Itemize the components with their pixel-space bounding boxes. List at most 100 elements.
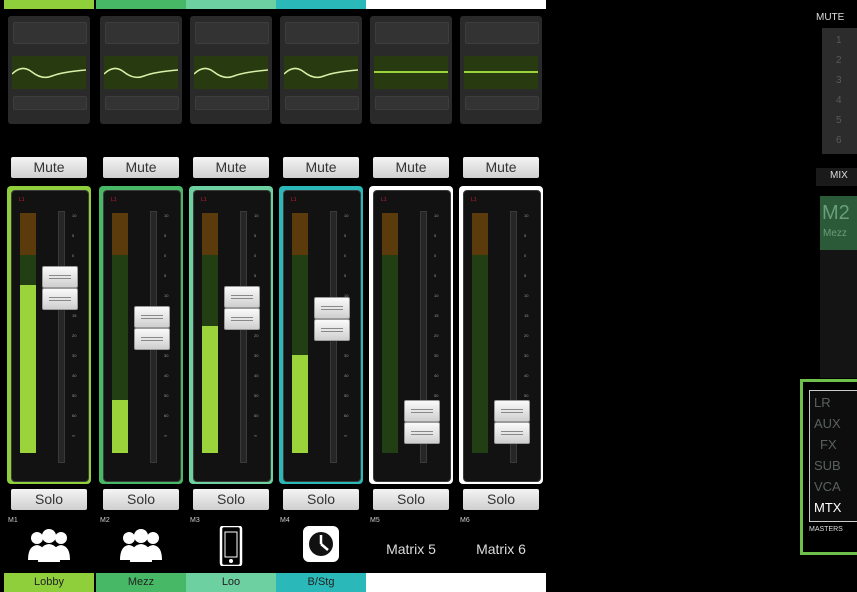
mute-group-3[interactable]: 3 <box>836 75 842 86</box>
processing-panel[interactable] <box>370 16 452 124</box>
channel-name[interactable]: B/Stg <box>276 573 366 592</box>
masters-item-lr[interactable]: LR <box>814 395 831 410</box>
fader-section: L11050510152030405060∞ <box>99 186 183 484</box>
channel-number: M6 <box>460 517 470 524</box>
channel-color-bar <box>366 0 456 9</box>
solo-button[interactable]: Solo <box>463 489 539 510</box>
scale-mark: 30 <box>434 353 439 358</box>
scale-mark: 10 <box>344 213 349 218</box>
people-group-icon <box>116 526 166 566</box>
scale-mark: 15 <box>524 313 529 318</box>
channel-color-bar <box>456 0 546 9</box>
clip-indicator: L1 <box>111 197 117 203</box>
fader-handle[interactable] <box>134 328 170 350</box>
eq-curve[interactable] <box>193 56 269 89</box>
mute-group-1[interactable]: 1 <box>836 35 842 46</box>
solo-button[interactable]: Solo <box>283 489 359 510</box>
scale-mark: 10 <box>434 293 439 298</box>
channel-strip: MuteL11050510152030405060∞SoloM6Matrix 6 <box>456 0 546 592</box>
clip-indicator: L1 <box>201 197 207 203</box>
mute-group-6[interactable]: 6 <box>836 135 842 146</box>
scale-mark: 5 <box>72 233 75 238</box>
fader-handle[interactable] <box>404 400 440 422</box>
fader-handle[interactable] <box>42 288 78 310</box>
scale-mark: 20 <box>72 333 77 338</box>
mute-button[interactable]: Mute <box>283 157 359 178</box>
solo-button[interactable]: Solo <box>11 489 87 510</box>
level-meter <box>202 213 218 453</box>
eq-curve[interactable] <box>464 56 538 89</box>
scale-mark: 0 <box>164 253 167 258</box>
channel-name[interactable]: Lobby <box>4 573 94 592</box>
scale-mark: 15 <box>434 313 439 318</box>
fader-handle[interactable] <box>314 319 350 341</box>
fader-section: L11050510152030405060∞ <box>279 186 363 484</box>
masters-item-sub[interactable]: SUB <box>814 458 841 473</box>
fader-handle[interactable] <box>494 422 530 444</box>
fader-scale: 1050510152030405060∞ <box>254 213 266 458</box>
eq-curve[interactable] <box>103 56 179 89</box>
processing-panel[interactable] <box>190 16 272 124</box>
scale-mark: 10 <box>72 213 77 218</box>
scale-mark: 0 <box>72 253 75 258</box>
channel-name[interactable]: Loo <box>186 573 276 592</box>
channel-color-bar <box>186 0 276 9</box>
scale-mark: 40 <box>524 373 529 378</box>
mix-name: Mezz <box>823 228 847 239</box>
scale-mark: 5 <box>524 273 527 278</box>
scale-mark: 10 <box>164 293 169 298</box>
solo-button[interactable]: Solo <box>103 489 179 510</box>
fader-section: L11050510152030405060∞ <box>189 186 273 484</box>
scale-mark: 5 <box>254 233 257 238</box>
scale-mark: 0 <box>434 253 437 258</box>
right-panel: MUTE 1 2 3 4 5 6 MIX M2 Mezz LR AUX FX S… <box>800 0 857 592</box>
channel-name[interactable] <box>456 573 546 592</box>
scale-mark: 40 <box>254 373 259 378</box>
channel-strip: MuteL11050510152030405060∞SoloM2Mezz <box>96 0 186 592</box>
fader-track[interactable] <box>240 211 247 463</box>
solo-button[interactable]: Solo <box>373 489 449 510</box>
mute-button[interactable]: Mute <box>193 157 269 178</box>
fader-section: L11050510152030405060∞ <box>7 186 91 484</box>
scale-mark: 50 <box>434 393 439 398</box>
channel-number: M5 <box>370 517 380 524</box>
channel-strip: MuteL11050510152030405060∞SoloM1Lobby <box>4 0 94 592</box>
eq-curve[interactable] <box>11 56 87 89</box>
mix-selector[interactable]: M2 Mezz <box>820 196 857 250</box>
mute-group-2[interactable]: 2 <box>836 55 842 66</box>
eq-curve[interactable] <box>374 56 448 89</box>
scale-mark: 40 <box>434 373 439 378</box>
processing-panel[interactable] <box>100 16 182 124</box>
eq-curve[interactable] <box>283 56 359 89</box>
scale-mark: 5 <box>524 233 527 238</box>
scale-mark: 30 <box>344 353 349 358</box>
processing-panel[interactable] <box>460 16 542 124</box>
scale-mark: 5 <box>344 273 347 278</box>
masters-item-vca[interactable]: VCA <box>814 479 841 494</box>
fader-handle[interactable] <box>314 297 350 319</box>
channel-name[interactable] <box>366 573 456 592</box>
masters-item-mtx[interactable]: MTX <box>814 500 841 515</box>
mute-groups-panel[interactable]: 1 2 3 4 5 6 <box>822 28 857 154</box>
mute-group-5[interactable]: 5 <box>836 115 842 126</box>
masters-item-aux[interactable]: AUX <box>814 416 841 431</box>
mute-group-4[interactable]: 4 <box>836 95 842 106</box>
scale-mark: 0 <box>254 253 257 258</box>
processing-panel[interactable] <box>8 16 90 124</box>
fader-handle[interactable] <box>134 306 170 328</box>
fader-handle[interactable] <box>494 400 530 422</box>
fader-handle[interactable] <box>224 308 260 330</box>
mute-button[interactable]: Mute <box>103 157 179 178</box>
masters-item-fx[interactable]: FX <box>820 437 837 452</box>
fader-handle[interactable] <box>42 266 78 288</box>
mute-button[interactable]: Mute <box>463 157 539 178</box>
processing-panel[interactable] <box>280 16 362 124</box>
mute-button[interactable]: Mute <box>373 157 449 178</box>
mute-button[interactable]: Mute <box>11 157 87 178</box>
channel-name[interactable]: Mezz <box>96 573 186 592</box>
fader-track[interactable] <box>58 211 65 463</box>
solo-button[interactable]: Solo <box>193 489 269 510</box>
matrix-display-name: Matrix 5 <box>386 541 436 557</box>
fader-handle[interactable] <box>224 286 260 308</box>
fader-handle[interactable] <box>404 422 440 444</box>
